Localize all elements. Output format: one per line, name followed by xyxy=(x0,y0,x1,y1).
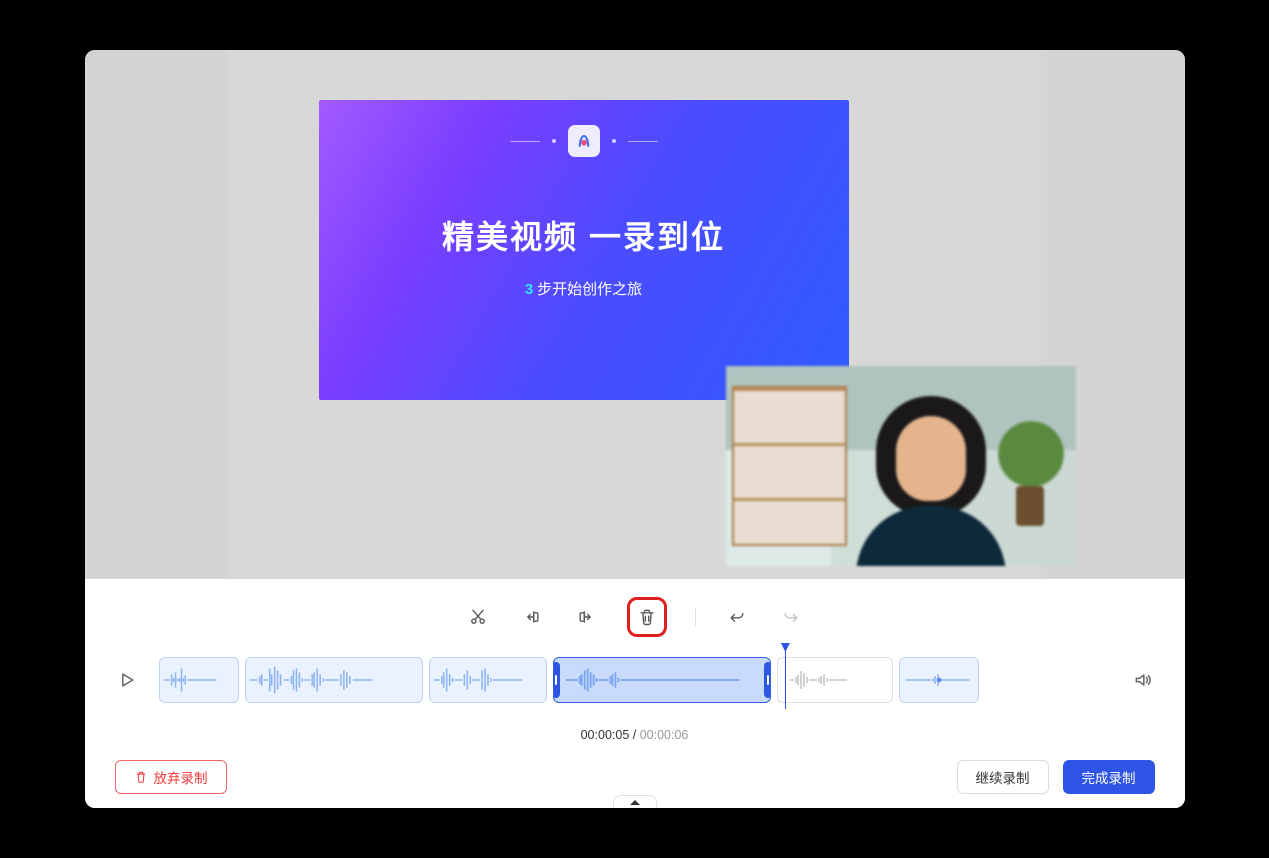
editor-controls: 00:00:05 / 00:00:06 放弃录制 继续录制 完成录制 xyxy=(85,579,1185,808)
clip[interactable] xyxy=(899,657,979,703)
footer-actions: 放弃录制 继续录制 完成录制 xyxy=(115,760,1155,794)
discard-button[interactable]: 放弃录制 xyxy=(115,760,227,794)
clip[interactable] xyxy=(429,657,547,703)
trim-start-button[interactable] xyxy=(519,604,545,630)
toolbar-separator xyxy=(695,608,696,626)
time-current: 00:00:05 xyxy=(581,728,630,742)
delete-button[interactable] xyxy=(627,597,667,637)
time-total: 00:00:06 xyxy=(640,728,689,742)
slide-subtitle: 3步开始创作之旅 xyxy=(319,278,849,299)
preview-area: 精美视频 一录到位 3步开始创作之旅 xyxy=(85,50,1185,579)
cut-button[interactable] xyxy=(465,604,491,630)
slide-title: 精美视频 一录到位 xyxy=(319,212,849,258)
time-display: 00:00:05 / 00:00:06 xyxy=(115,728,1155,742)
finish-label: 完成录制 xyxy=(1082,767,1136,787)
panel-drag-handle[interactable] xyxy=(613,795,657,808)
slide-step-number: 3 xyxy=(525,281,533,298)
continue-label: 继续录制 xyxy=(976,767,1030,787)
slide-subtitle-text: 步开始创作之旅 xyxy=(537,281,642,298)
redo-button xyxy=(778,604,804,630)
app-logo-icon xyxy=(568,125,600,157)
clip-empty[interactable] xyxy=(777,657,893,703)
playhead[interactable] xyxy=(785,645,786,709)
webcam-overlay[interactable] xyxy=(726,366,1076,566)
discard-label: 放弃录制 xyxy=(154,767,208,787)
clip[interactable] xyxy=(245,657,423,703)
preview-canvas: 精美视频 一录到位 3步开始创作之旅 xyxy=(229,50,1041,579)
continue-button[interactable]: 继续录制 xyxy=(957,760,1049,794)
play-button[interactable] xyxy=(115,668,139,692)
recorded-slide: 精美视频 一录到位 3步开始创作之旅 xyxy=(319,100,849,400)
timeline-track[interactable] xyxy=(159,657,1111,703)
trash-icon xyxy=(134,770,148,784)
edit-toolbar xyxy=(115,597,1155,637)
undo-button[interactable] xyxy=(724,604,750,630)
clip[interactable] xyxy=(159,657,239,703)
recorder-editor-window: 精美视频 一录到位 3步开始创作之旅 xyxy=(85,50,1185,808)
clip-selected[interactable] xyxy=(553,657,771,703)
trim-end-button[interactable] xyxy=(573,604,599,630)
slide-logo-row xyxy=(319,125,849,157)
volume-button[interactable] xyxy=(1131,668,1155,692)
time-separator: / xyxy=(629,728,639,742)
timeline-row xyxy=(115,657,1155,703)
finish-button[interactable]: 完成录制 xyxy=(1063,760,1155,794)
